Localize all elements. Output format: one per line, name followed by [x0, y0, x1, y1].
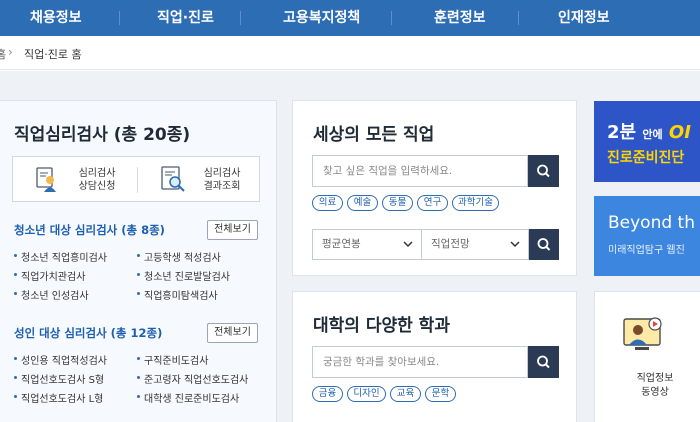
test-link[interactable]: 청소년 직업흥미검사	[14, 249, 107, 264]
test-link[interactable]: 직업선호도검사 L형	[13, 390, 103, 405]
banner2-title: Beyond th	[608, 213, 695, 233]
nav-item-welfare-policy[interactable]: 고용복지정책	[283, 0, 360, 36]
result-lookup-label-1: 심리검사	[203, 168, 241, 179]
department-tag[interactable]: 금융	[312, 386, 343, 402]
test-link[interactable]: 고등학생 적성검사	[137, 249, 221, 264]
video-card-label-2: 동영상	[641, 387, 669, 398]
test-link[interactable]: 대학생 진로준비도검사	[136, 390, 239, 405]
job-tag[interactable]: 예술	[347, 195, 378, 211]
department-search-button[interactable]	[528, 346, 559, 378]
nav-divider	[518, 11, 519, 25]
chevron-down-icon	[403, 241, 413, 248]
youth-tests-title: 청소년 대상 심리검사 (총 8종)	[14, 223, 165, 237]
video-lecture-icon	[623, 317, 662, 350]
job-search-button[interactable]	[528, 155, 559, 187]
department-tag[interactable]: 문학	[425, 386, 456, 402]
psych-test-title: 직업심리검사 (총 20종)	[14, 125, 191, 145]
banner1-text-c: OI	[668, 122, 691, 143]
test-link[interactable]: 성인용 직업적성검사	[14, 352, 107, 367]
filter-search-button[interactable]	[529, 229, 559, 260]
job-search-card: 세상의 모든 직업 찾고 싶은 직업을 입력하세요. 의료 예술 동물 연구 과…	[292, 100, 577, 276]
nav-divider	[119, 11, 120, 25]
department-search-title: 대학의 다양한 학과	[313, 316, 450, 336]
job-tag[interactable]: 연구	[417, 195, 448, 211]
test-link[interactable]: 직업흥미탐색검사	[137, 287, 218, 302]
chevron-down-icon	[510, 241, 520, 248]
test-link[interactable]: 준고령자 직업선호도검사	[136, 371, 248, 386]
search-icon	[537, 355, 550, 369]
quick-menu: 심리검사 상담신청 심리검사 결과조회	[12, 156, 260, 202]
job-tag[interactable]: 의료	[312, 195, 343, 211]
test-link[interactable]: 청소년 진로발달검사	[137, 268, 230, 283]
nav-divider	[391, 11, 392, 25]
job-outlook-select[interactable]: 직업전망	[421, 229, 529, 260]
banner1-subtitle: 진로준비진단	[607, 150, 685, 166]
department-search-card: 대학의 다양한 학과 궁금한 학과를 찾아보세요. 금융 디자인 교육 문학	[292, 291, 577, 422]
breadcrumb-home[interactable]: 홈	[0, 46, 6, 62]
counselor-icon	[36, 167, 56, 192]
breadcrumb: 홈 › 직업·진로 홈	[0, 36, 700, 70]
department-search-bar: 궁금한 학과를 찾아보세요.	[312, 346, 559, 378]
future-jobs-webzine-banner[interactable]: Beyond th 미래직업탐구 웹진	[594, 196, 700, 276]
counseling-request-button[interactable]: 심리검사 상담신청	[13, 157, 137, 203]
job-search-input[interactable]: 찾고 싶은 직업을 입력하세요.	[312, 155, 528, 187]
job-outlook-value: 직업전망	[431, 238, 470, 250]
search-icon	[537, 238, 551, 251]
job-video-card[interactable]: 직업정보 동영상	[594, 291, 700, 422]
result-lookup-label-2: 결과조회	[203, 181, 241, 192]
video-card-label-1: 직업정보	[636, 373, 674, 384]
counseling-request-label-2: 상담신청	[78, 181, 116, 192]
counseling-request-label-1: 심리검사	[78, 168, 116, 179]
youth-view-all-button[interactable]: 전체보기	[207, 220, 258, 240]
test-link[interactable]: 직업가치관검사	[13, 268, 85, 283]
nav-item-career[interactable]: 직업·진로	[157, 0, 214, 36]
test-link[interactable]: 직업선호도검사 S형	[13, 371, 104, 386]
nav-item-jobs[interactable]: 채용정보	[30, 0, 82, 36]
department-tag[interactable]: 교육	[390, 386, 421, 402]
chevron-right-icon: ›	[8, 45, 13, 59]
job-search-title: 세상의 모든 직업	[313, 125, 435, 145]
nav-item-training[interactable]: 훈련정보	[434, 0, 486, 36]
nav-divider	[240, 11, 241, 25]
average-salary-select[interactable]: 평균연봉	[312, 229, 422, 260]
job-tag[interactable]: 동물	[382, 195, 413, 211]
breadcrumb-current: 직업·진로 홈	[24, 48, 82, 61]
department-tag[interactable]: 디자인	[347, 386, 386, 402]
job-search-bar: 찾고 싶은 직업을 입력하세요.	[312, 155, 559, 187]
banner2-subtitle: 미래직업탐구 웹진	[608, 245, 685, 256]
search-document-icon	[161, 166, 185, 192]
nav-item-talent[interactable]: 인재정보	[558, 0, 610, 36]
test-link[interactable]: 청소년 인성검사	[14, 287, 89, 302]
banner1-text-a: 2분	[607, 122, 637, 143]
search-icon	[537, 164, 550, 178]
test-link[interactable]: 구직준비도검사	[136, 352, 208, 367]
department-search-input[interactable]: 궁금한 학과를 찾아보세요.	[312, 346, 528, 378]
career-readiness-banner[interactable]: 2분 안에 OI 진로준비진단	[594, 101, 700, 182]
psych-test-card: 직업심리검사 (총 20종) 심리검사 상담신청 심리검사 결과조회 청소년 대…	[0, 100, 277, 422]
average-salary-value: 평균연봉	[322, 238, 361, 250]
top-navigation: 채용정보 직업·진로 고용복지정책 훈련정보 인재정보	[0, 0, 700, 36]
adult-view-all-button[interactable]: 전체보기	[207, 323, 258, 343]
job-tag[interactable]: 과학기술	[452, 195, 499, 211]
adult-tests-title: 성인 대상 심리검사 (총 12종)	[14, 326, 163, 340]
result-lookup-button[interactable]: 심리검사 결과조회	[138, 157, 261, 203]
banner1-text-b: 안에	[642, 128, 663, 141]
